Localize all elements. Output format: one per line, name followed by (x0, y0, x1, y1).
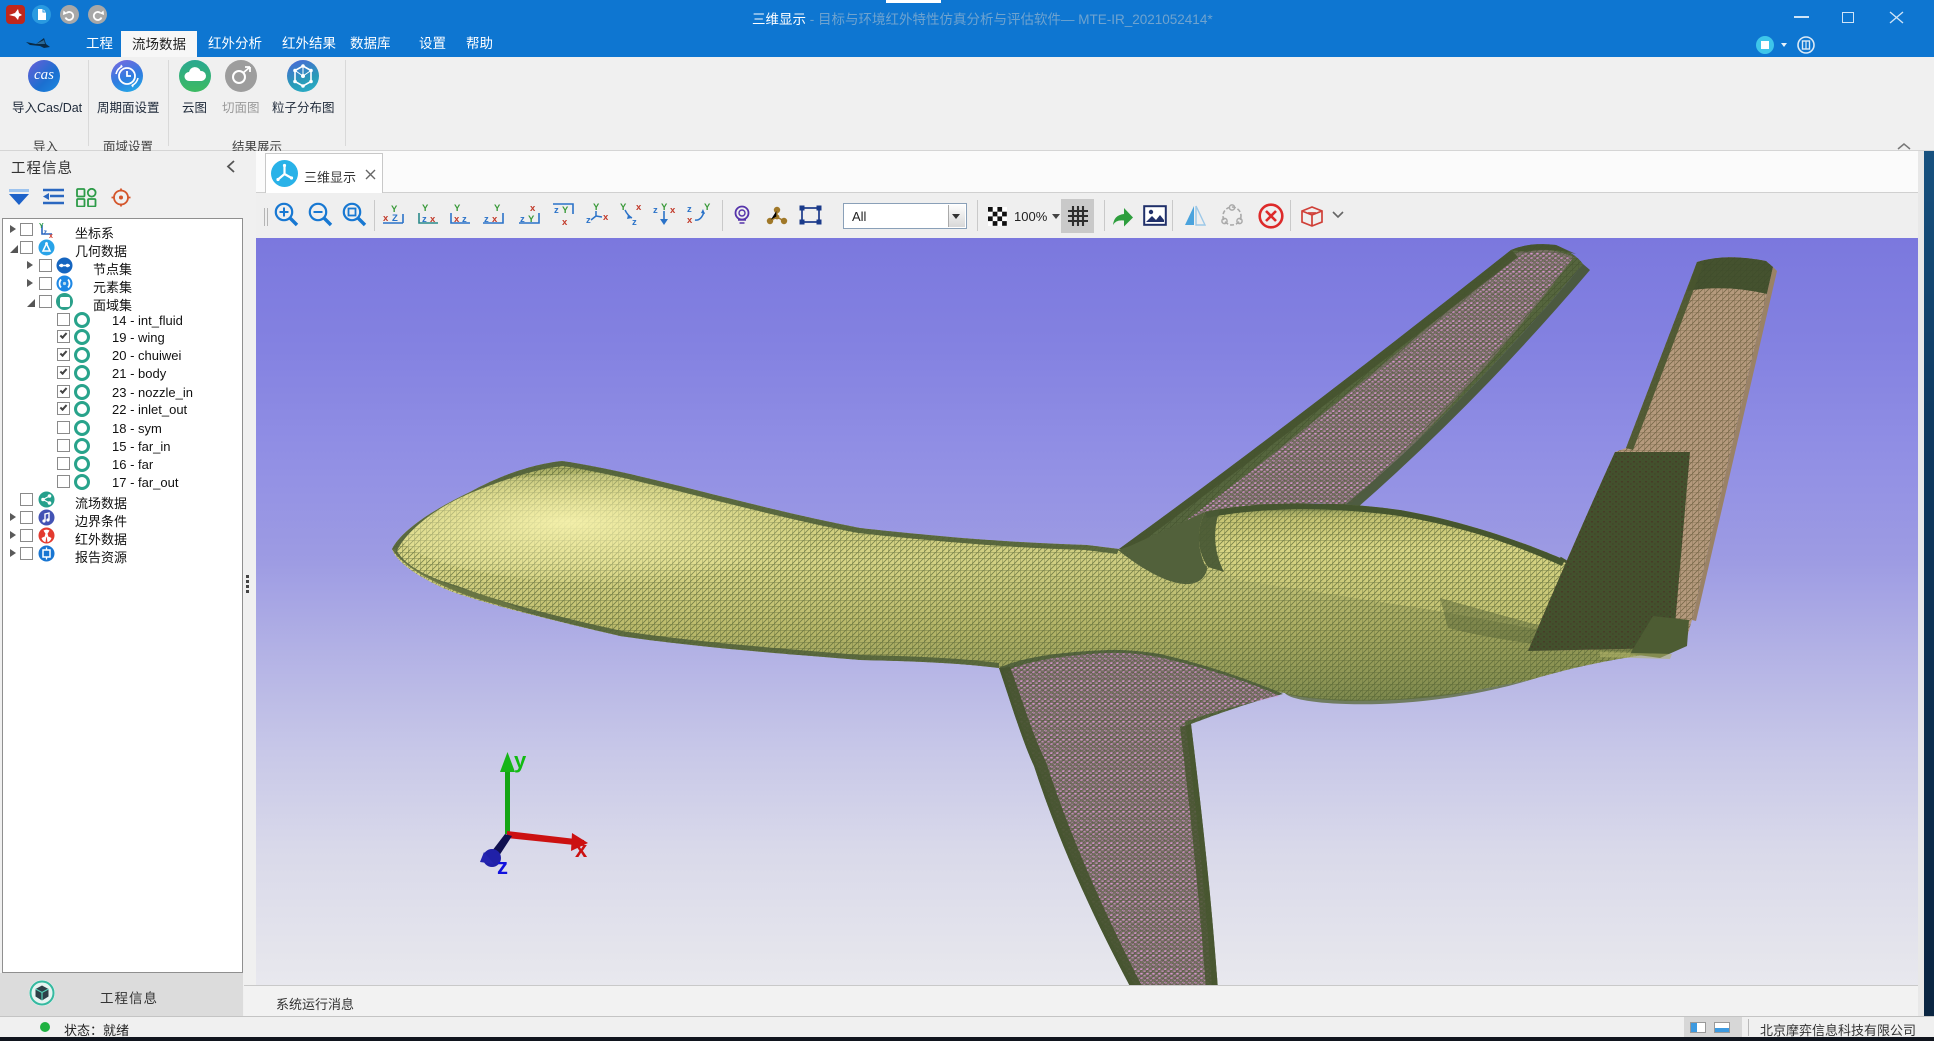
svg-text:x: x (603, 212, 609, 223)
svg-text:z: z (632, 217, 637, 228)
svg-text:Y: Y (422, 203, 429, 214)
svg-text:Y: Y (562, 205, 569, 216)
svg-text:Y: Y (494, 203, 501, 214)
svg-text:x: x (530, 203, 536, 214)
svg-text:x: x (49, 233, 53, 238)
svg-text:x: x (636, 202, 642, 213)
svg-text:x: x (670, 205, 676, 216)
svg-text:z: z (687, 204, 692, 215)
svg-text:z: z (554, 205, 559, 216)
svg-text:Y: Y (704, 202, 711, 213)
svg-text:y: y (514, 748, 527, 773)
svg-text:z: z (497, 854, 508, 879)
svg-text:x: x (562, 217, 568, 228)
svg-text:x: x (687, 215, 693, 226)
svg-text:x: x (575, 837, 588, 862)
svg-text:z: z (44, 230, 48, 237)
svg-text:z: z (653, 205, 658, 216)
svg-text:Y: Y (454, 203, 461, 214)
svg-text:z: z (586, 215, 591, 226)
